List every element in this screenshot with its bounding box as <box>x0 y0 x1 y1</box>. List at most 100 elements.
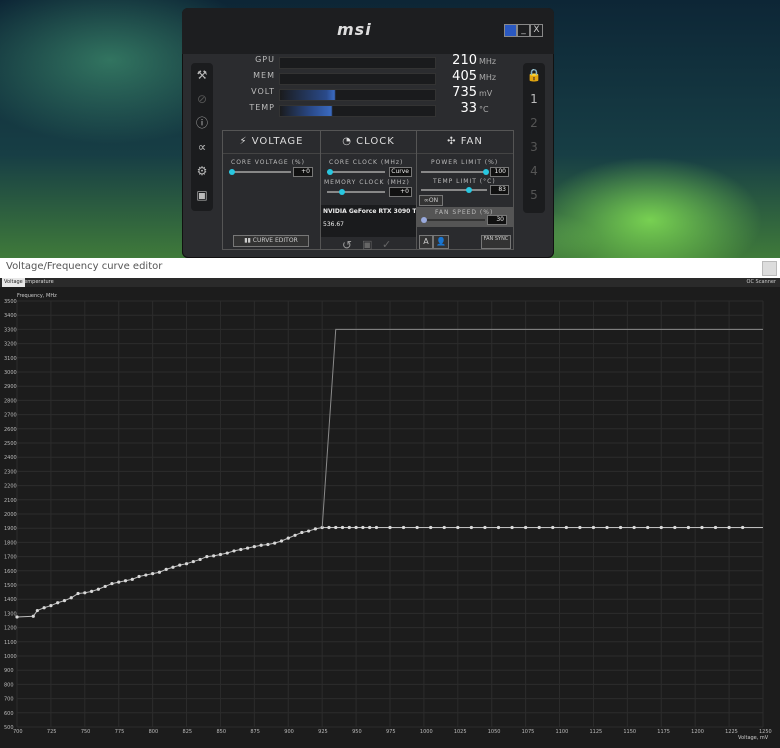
vf-curve-point <box>293 533 297 537</box>
settings-window-button[interactable] <box>504 24 517 37</box>
monitor-icon[interactable]: ▣ <box>191 183 213 207</box>
voltage-header: ⚡ VOLTAGE <box>223 131 320 154</box>
memory-clock-label: MEMORY CLOCK (MHz) <box>324 179 410 186</box>
temp-limit-input[interactable]: 83 <box>490 185 509 195</box>
core-clock-slider[interactable] <box>327 169 385 175</box>
oc-scanner-icon[interactable]: ∝ <box>191 135 213 159</box>
curve-editor-button[interactable]: ▮▮ CURVE EDITOR <box>233 235 309 247</box>
y-axis-label: Frequency, MHz <box>17 293 57 299</box>
fan-speed-slider[interactable] <box>421 217 485 223</box>
vf-curve-point <box>212 554 216 558</box>
temp-unit: °C <box>479 105 489 114</box>
left-sidebar: ⚒ ⊘ ⓘ ∝ ⚙ ▣ <box>191 63 213 211</box>
vf-curve-point <box>300 530 304 535</box>
clock-panel: ◔ CLOCK CORE CLOCK (MHz) Curve MEMORY CL… <box>320 130 419 250</box>
vf-curve-point <box>524 525 528 530</box>
oc-scanner-button[interactable]: OC Scanner <box>747 278 776 287</box>
vf-curve-point <box>564 525 568 530</box>
fan-speed-label: FAN SPEED (%) <box>435 209 494 216</box>
temp-limit-slider[interactable] <box>421 187 487 193</box>
vf-curve-point <box>388 525 392 530</box>
gpu-label: GPU <box>255 55 275 64</box>
profile-3-button[interactable]: 3 <box>523 135 545 159</box>
y-tick-label: 800 <box>4 682 14 688</box>
fan-speed-knob[interactable] <box>421 217 427 223</box>
fan-speed-input[interactable]: 30 <box>487 215 507 225</box>
temp-limit-knob[interactable] <box>466 187 472 193</box>
profile-5-button[interactable]: 5 <box>523 183 545 207</box>
memory-clock-slider[interactable] <box>327 189 385 195</box>
kombustor-icon[interactable]: ⚒ <box>191 63 213 87</box>
vf-curve-point <box>632 525 636 530</box>
scanner-icon[interactable]: ⊘ <box>191 87 213 111</box>
x-tick-label: 975 <box>386 729 396 735</box>
y-tick-label: 1100 <box>4 640 17 646</box>
vf-curve-point <box>354 525 358 530</box>
x-tick-label: 1125 <box>589 729 602 735</box>
x-tick-label: 1225 <box>725 729 738 735</box>
close-button[interactable]: X <box>530 24 543 37</box>
curve-editor-titlebar: Voltage/Frequency curve editor <box>0 258 780 279</box>
vf-curve-point <box>313 527 317 531</box>
power-limit-slider[interactable] <box>421 169 489 175</box>
vf-curve-point <box>62 599 67 603</box>
vf-curve-point <box>137 574 141 579</box>
minimize-button[interactable]: _ <box>517 24 530 37</box>
curve-editor-close-button[interactable] <box>762 261 777 276</box>
vf-curve-point <box>232 549 236 553</box>
reset-icon[interactable]: ↺ <box>342 238 352 252</box>
core-voltage-knob[interactable] <box>229 169 235 175</box>
vf-curve-point <box>483 525 487 530</box>
power-limit-knob[interactable] <box>483 169 489 175</box>
apply-icon[interactable]: ✓ <box>382 238 391 251</box>
vf-curve-point <box>415 525 419 530</box>
x-tick-label: 1000 <box>420 729 433 735</box>
x-axis-label: Voltage, mV <box>738 735 769 741</box>
tab-temperature[interactable]: Temperature <box>20 278 56 287</box>
save-icon[interactable]: ▣ <box>362 238 372 251</box>
temp-value: 33 <box>460 101 477 116</box>
power-limit-label: POWER LIMIT (%) <box>431 159 499 166</box>
fan-title: FAN <box>460 136 483 147</box>
temp-label: TEMP <box>249 103 275 112</box>
vf-curve-point <box>103 584 107 589</box>
fan-header: ✣ FAN <box>417 131 513 154</box>
vf-curve-point <box>164 567 168 571</box>
fan-panel: ✣ FAN POWER LIMIT (%) 100 TEMP LIMIT (°C… <box>416 130 514 250</box>
y-tick-label: 3400 <box>4 313 17 319</box>
fan-sync-button[interactable]: FAN SYNC <box>481 235 511 249</box>
vf-curve-point <box>327 525 331 530</box>
profile-1-button[interactable]: 1 <box>523 87 545 111</box>
core-voltage-slider[interactable] <box>229 169 291 175</box>
vf-curve-point <box>361 525 365 530</box>
temp-limit-label: TEMP LIMIT (°C) <box>433 178 496 185</box>
lock-icon[interactable]: 🔒 <box>523 63 545 87</box>
x-tick-label: 900 <box>284 729 294 735</box>
settings-gear-icon[interactable]: ⚙ <box>191 159 213 183</box>
vf-curve-point <box>151 572 155 576</box>
link-toggle[interactable]: ∞ON <box>419 195 443 206</box>
memory-clock-knob[interactable] <box>339 189 345 195</box>
x-tick-label: 700 <box>13 729 23 735</box>
x-tick-label: 1200 <box>691 729 704 735</box>
power-limit-input[interactable]: 100 <box>490 167 509 177</box>
msi-logo: msi <box>337 20 372 39</box>
core-voltage-input[interactable]: +0 <box>293 167 313 177</box>
user-icon[interactable]: 👤 <box>433 235 449 249</box>
volt-label: VOLT <box>251 87 275 96</box>
core-voltage-label: CORE VOLTAGE (%) <box>231 159 305 166</box>
info-icon[interactable]: ⓘ <box>191 111 213 135</box>
vf-curve-point <box>178 563 182 567</box>
profile-4-button[interactable]: 4 <box>523 159 545 183</box>
fan-auto-button[interactable]: A <box>419 235 433 249</box>
profile-2-button[interactable]: 2 <box>523 111 545 135</box>
vf-curve-point <box>83 591 87 595</box>
core-clock-knob[interactable] <box>327 169 333 175</box>
vf-curve-point <box>205 555 209 559</box>
x-tick-label: 750 <box>81 729 91 735</box>
vf-curve-chart[interactable]: 5006007008009001000110012001300140015001… <box>0 287 780 748</box>
core-clock-input[interactable]: Curve <box>389 167 412 177</box>
vf-curve-point <box>618 525 623 530</box>
memory-clock-input[interactable]: +0 <box>389 187 412 197</box>
vf-curve-point <box>646 525 650 530</box>
